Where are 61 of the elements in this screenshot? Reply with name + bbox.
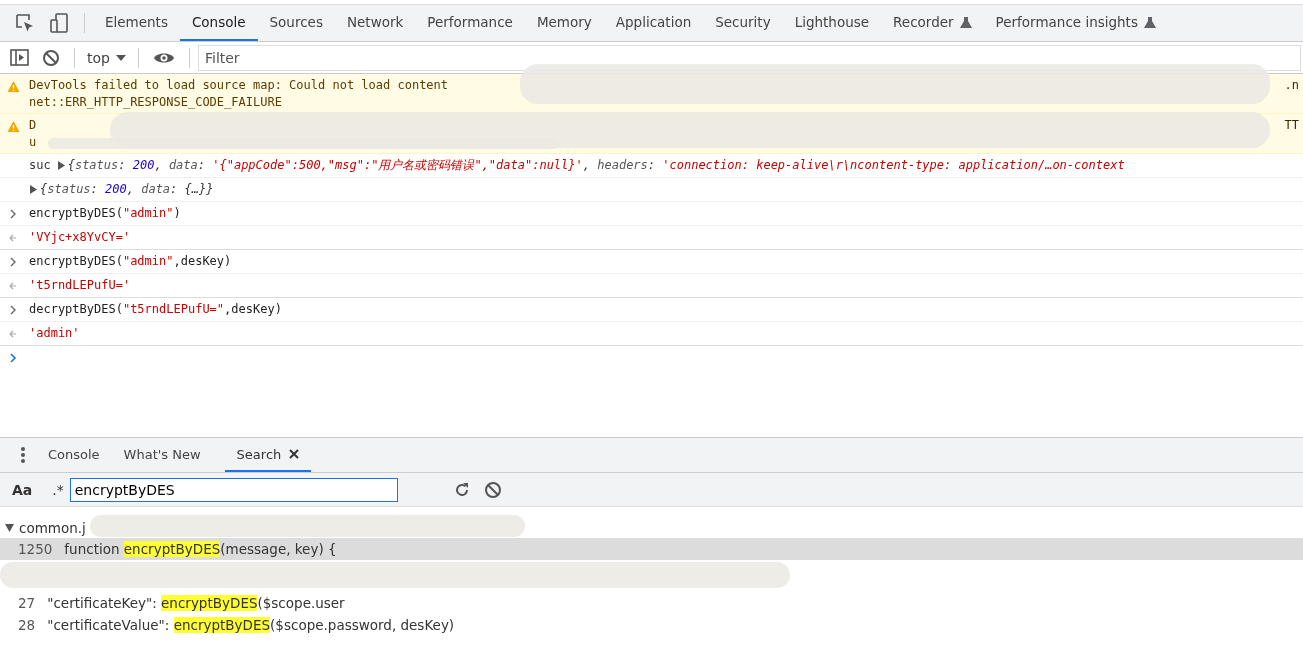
collapsed-arrow-icon[interactable] [29,185,37,194]
match-highlight: encryptByDES [161,595,258,611]
console-text: 'admin' [29,325,80,342]
file-name[interactable]: common.j [19,519,86,536]
panel-tab[interactable]: Performance insights [983,5,1168,41]
line-number: 1250 [18,541,53,557]
search-result-row[interactable]: 28 "certificateValue": encryptByDES($scope.password, desKey) [0,614,1303,636]
console-text: suc [29,157,51,174]
warning-icon [7,120,20,133]
warning-icon [7,80,20,93]
result-text: function [64,541,121,557]
panel-tab[interactable]: Elements [93,5,180,41]
drawer-tab[interactable]: Console [36,438,112,472]
console-text: decryptByDES("t5rndLEPufU=",desKey) [29,301,282,318]
match-highlight: encryptByDES [173,617,271,633]
regex-toggle[interactable]: .* [46,479,70,500]
collapsed-arrow-icon[interactable] [56,161,65,170]
console-text: {status: 200, data: '{"appCode":500,"msg":"用户名或密码错误","data":null}', headers: 'connection: keep-alive\r\ncontent-type: application/…on-context [67,157,1125,174]
panel-tab[interactable]: Performance [415,5,525,41]
search-field[interactable]: encryptByDES [69,477,398,502]
result-text: ($scope.user [257,595,345,611]
context-dropdown[interactable]: top [83,49,130,66]
more-menu-icon[interactable] [20,446,26,464]
console-text: encryptByDES("admin") [29,205,181,222]
panel-tab[interactable]: Recorder [881,5,984,41]
match-highlight: encryptByDES [123,541,221,557]
clear-icon[interactable] [483,480,502,499]
match-case-toggle[interactable]: Aa [6,479,39,500]
panel-tab[interactable]: Lighthouse [782,5,882,41]
panel-tab[interactable]: Memory [524,5,604,41]
panel-tab[interactable]: Network [334,5,416,41]
warning-text: TT [1284,117,1300,134]
close-icon[interactable] [289,449,300,459]
console-text: encryptByDES("admin",desKey) [29,253,232,270]
search-result-row[interactable]: 27 "certificateKey": encryptByDES($scope.user [0,592,1303,614]
device-toolbar-icon[interactable] [48,12,70,34]
result-text: ($scope.password, desKey) [270,617,455,633]
drawer-tab[interactable]: What's New [111,438,213,472]
result-text: (message, key) { [220,541,337,557]
console-text: 'VYjc+x8YvCY=' [29,229,131,246]
caret-icon [115,53,126,62]
warning-text: D [29,117,37,134]
refresh-icon[interactable] [453,481,470,498]
panel-tab[interactable]: Security [703,5,783,41]
warning-text: net::ERR_HTTP_RESPONSE_CODE_FAILURE [29,94,282,111]
result-text: "certificateValue": [47,617,171,633]
line-number: 28 [18,617,36,633]
console-text: {status: 200, data: {…}} [40,181,214,198]
warning-text: .n [1284,77,1300,94]
warning-text: u [29,134,37,151]
expanded-arrow-icon[interactable] [5,523,14,532]
console-text: 't5rndLEPufU=' [29,277,131,294]
warning-text: DevTools failed to load source map: Could not load content [29,77,449,94]
panel-tab[interactable]: Application [603,5,704,41]
search-result-row[interactable]: 1250 function encryptByDES(message, key) { [0,538,1303,560]
clear-console-icon[interactable] [42,48,60,67]
result-text: "certificateKey": [47,595,158,611]
sidebar-toggle-icon[interactable] [10,48,30,67]
line-number: 27 [18,595,36,611]
panel-tab[interactable]: Sources [257,5,335,41]
panel-tab[interactable]: Console [179,5,258,41]
